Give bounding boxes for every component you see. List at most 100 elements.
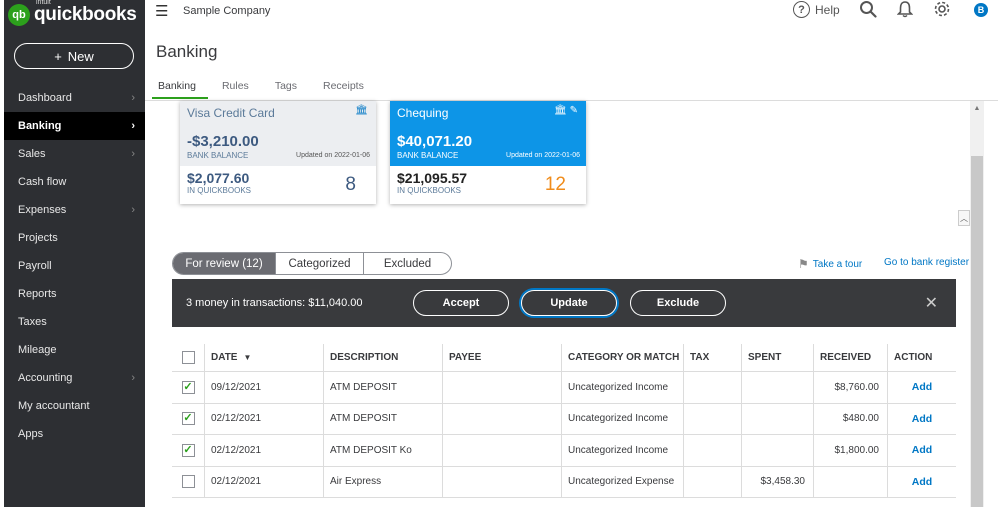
sidebar-item-dashboard[interactable]: Dashboard ›	[4, 84, 145, 112]
row-checkbox-cell	[172, 467, 204, 498]
sidebar-item-accounting[interactable]: Accounting ›	[4, 364, 145, 392]
add-button[interactable]: Add	[912, 476, 932, 488]
go-to-bank-register-link[interactable]: Go to bank register	[884, 257, 969, 268]
sidebar-item-projects[interactable]: Projects	[4, 224, 145, 252]
add-button[interactable]: Add	[912, 413, 932, 425]
tab-categorized[interactable]: Categorized	[275, 253, 363, 274]
sidebar-item-expenses[interactable]: Expenses ›	[4, 196, 145, 224]
hamburger-menu-icon[interactable]: ☰	[155, 2, 168, 20]
cell-payee	[442, 466, 561, 497]
column-payee[interactable]: PAYEE	[442, 344, 561, 371]
add-button[interactable]: Add	[912, 444, 932, 456]
sidebar-item-apps[interactable]: Apps	[4, 420, 145, 448]
selection-summary: 3 money in transactions: $11,040.00	[186, 297, 363, 309]
exclude-button[interactable]: Exclude	[630, 290, 726, 316]
sidebar-item-label: My accountant	[18, 400, 90, 412]
cell-category[interactable]: Uncategorized Expense	[561, 466, 683, 497]
account-card-chequing[interactable]: Chequing 🏛︎ ✎ $40,071.20 BANK BALANCE Up…	[390, 101, 586, 204]
column-description[interactable]: DESCRIPTION	[323, 344, 442, 371]
sidebar-item-cash-flow[interactable]: Cash flow	[4, 168, 145, 196]
tab-rules[interactable]: Rules	[220, 80, 251, 100]
account-card-visa[interactable]: Visa Credit Card 🏛︎ -$3,210.00 BANK BALA…	[180, 101, 376, 204]
collapse-chevron-icon[interactable]: ︿	[958, 210, 970, 226]
cell-description: ATM DEPOSIT Ko	[323, 435, 442, 466]
select-all-checkbox[interactable]	[181, 351, 195, 364]
tab-tags[interactable]: Tags	[273, 80, 299, 100]
cell-spent	[741, 372, 813, 403]
accept-button[interactable]: Accept	[413, 290, 509, 316]
column-category[interactable]: CATEGORY OR MATCH	[561, 344, 683, 371]
chevron-right-icon: ›	[131, 204, 135, 216]
table-row[interactable]: ✓ 02/12/2021 ATM DEPOSIT Uncategorized Inco…	[172, 403, 956, 435]
updated-date: Updated on 2022-01-06	[506, 152, 580, 159]
column-spent[interactable]: SPENT	[741, 344, 813, 371]
help-label: Help	[815, 2, 840, 17]
scroll-up-arrow-icon[interactable]: ▲	[970, 101, 984, 115]
sidebar-item-reports[interactable]: Reports	[4, 280, 145, 308]
sidebar-item-banking[interactable]: Banking ›	[4, 112, 145, 140]
table-body: ✓ 09/12/2021 ATM DEPOSIT Uncategorized Inco…	[172, 372, 956, 498]
table-row[interactable]: ✓ 09/12/2021 ATM DEPOSIT Uncategorized Inco…	[172, 372, 956, 404]
update-button[interactable]: Update	[521, 290, 617, 316]
cell-date: 02/12/2021	[204, 466, 323, 497]
notifications-bell-icon[interactable]	[896, 0, 914, 23]
cell-tax	[683, 403, 741, 434]
column-date[interactable]: DATE ▼	[204, 344, 323, 371]
cell-spent: $3,458.30	[741, 466, 813, 497]
chevron-right-icon: ›	[131, 120, 135, 132]
bank-balance: $40,071.20	[397, 133, 473, 150]
quickbooks-balance: $21,095.57	[397, 170, 468, 186]
new-button[interactable]: + New	[14, 43, 134, 69]
cell-category[interactable]: Uncategorized Income	[561, 372, 683, 403]
chevron-right-icon: ›	[131, 372, 135, 384]
cell-received: $1,800.00	[813, 435, 887, 466]
cell-payee	[442, 435, 561, 466]
row-checkbox[interactable]	[181, 475, 195, 489]
cell-date: 02/12/2021	[204, 435, 323, 466]
bank-balance: -$3,210.00	[187, 133, 259, 150]
sidebar-item-mileage[interactable]: Mileage	[4, 336, 145, 364]
tab-banking[interactable]: Banking	[152, 80, 208, 100]
scroll-thumb[interactable]	[971, 156, 983, 507]
cell-received	[813, 466, 887, 497]
sidebar: qb intuit quickbooks + New Dashboard › Ban…	[4, 0, 145, 507]
tab-receipts[interactable]: Receipts	[321, 80, 366, 100]
table-row[interactable]: ✓ 02/12/2021 ATM DEPOSIT Ko Uncategorized I…	[172, 435, 956, 467]
cell-category[interactable]: Uncategorized Income	[561, 435, 683, 466]
help-button[interactable]: ? Help	[793, 1, 840, 18]
cell-payee	[442, 372, 561, 403]
user-avatar[interactable]: B	[974, 3, 988, 17]
quickbooks-logo[interactable]: qb intuit quickbooks	[8, 0, 137, 26]
column-received[interactable]: RECEIVED	[813, 344, 887, 371]
cell-tax	[683, 372, 741, 403]
sidebar-item-label: Mileage	[18, 344, 57, 356]
account-name: Visa Credit Card	[187, 106, 275, 120]
vertical-scrollbar[interactable]: ▲	[970, 101, 984, 507]
cell-date: 09/12/2021	[204, 372, 323, 403]
sidebar-item-label: Apps	[18, 428, 44, 440]
bank-edit-icon[interactable]: 🏛︎ ✎	[554, 105, 578, 116]
quickbooks-balance-label: IN QUICKBOOKS	[397, 186, 462, 195]
close-icon[interactable]: ✕	[925, 293, 938, 313]
tab-excluded[interactable]: Excluded	[363, 253, 451, 274]
sidebar-item-sales[interactable]: Sales ›	[4, 140, 145, 168]
take-tour-link[interactable]: ⚑ Take a tour	[798, 257, 862, 271]
card-top: Chequing 🏛︎ ✎ $40,071.20 BANK BALANCE Up…	[390, 101, 586, 166]
sidebar-item-taxes[interactable]: Taxes	[4, 308, 145, 336]
sidebar-item-payroll[interactable]: Payroll	[4, 252, 145, 280]
bank-balance-label: BANK BALANCE	[397, 151, 459, 160]
row-checkbox[interactable]: ✓	[181, 443, 195, 457]
column-tax[interactable]: TAX	[683, 344, 741, 371]
row-checkbox[interactable]: ✓	[181, 412, 195, 426]
company-name: Sample Company	[183, 5, 271, 17]
cell-action: Add	[887, 403, 956, 434]
sidebar-item-my-accountant[interactable]: My accountant	[4, 392, 145, 420]
add-button[interactable]: Add	[912, 381, 932, 393]
transactions-table: DATE ▼ DESCRIPTION PAYEE CATEGORY OR MAT…	[172, 344, 956, 498]
row-checkbox[interactable]: ✓	[181, 380, 195, 394]
table-row[interactable]: 02/12/2021 Air Express Uncategorized Expen…	[172, 466, 956, 498]
search-icon[interactable]	[859, 0, 877, 23]
cell-category[interactable]: Uncategorized Income	[561, 403, 683, 434]
tab-for-review[interactable]: For review (12)	[173, 253, 275, 274]
settings-gear-icon[interactable]	[933, 0, 951, 23]
